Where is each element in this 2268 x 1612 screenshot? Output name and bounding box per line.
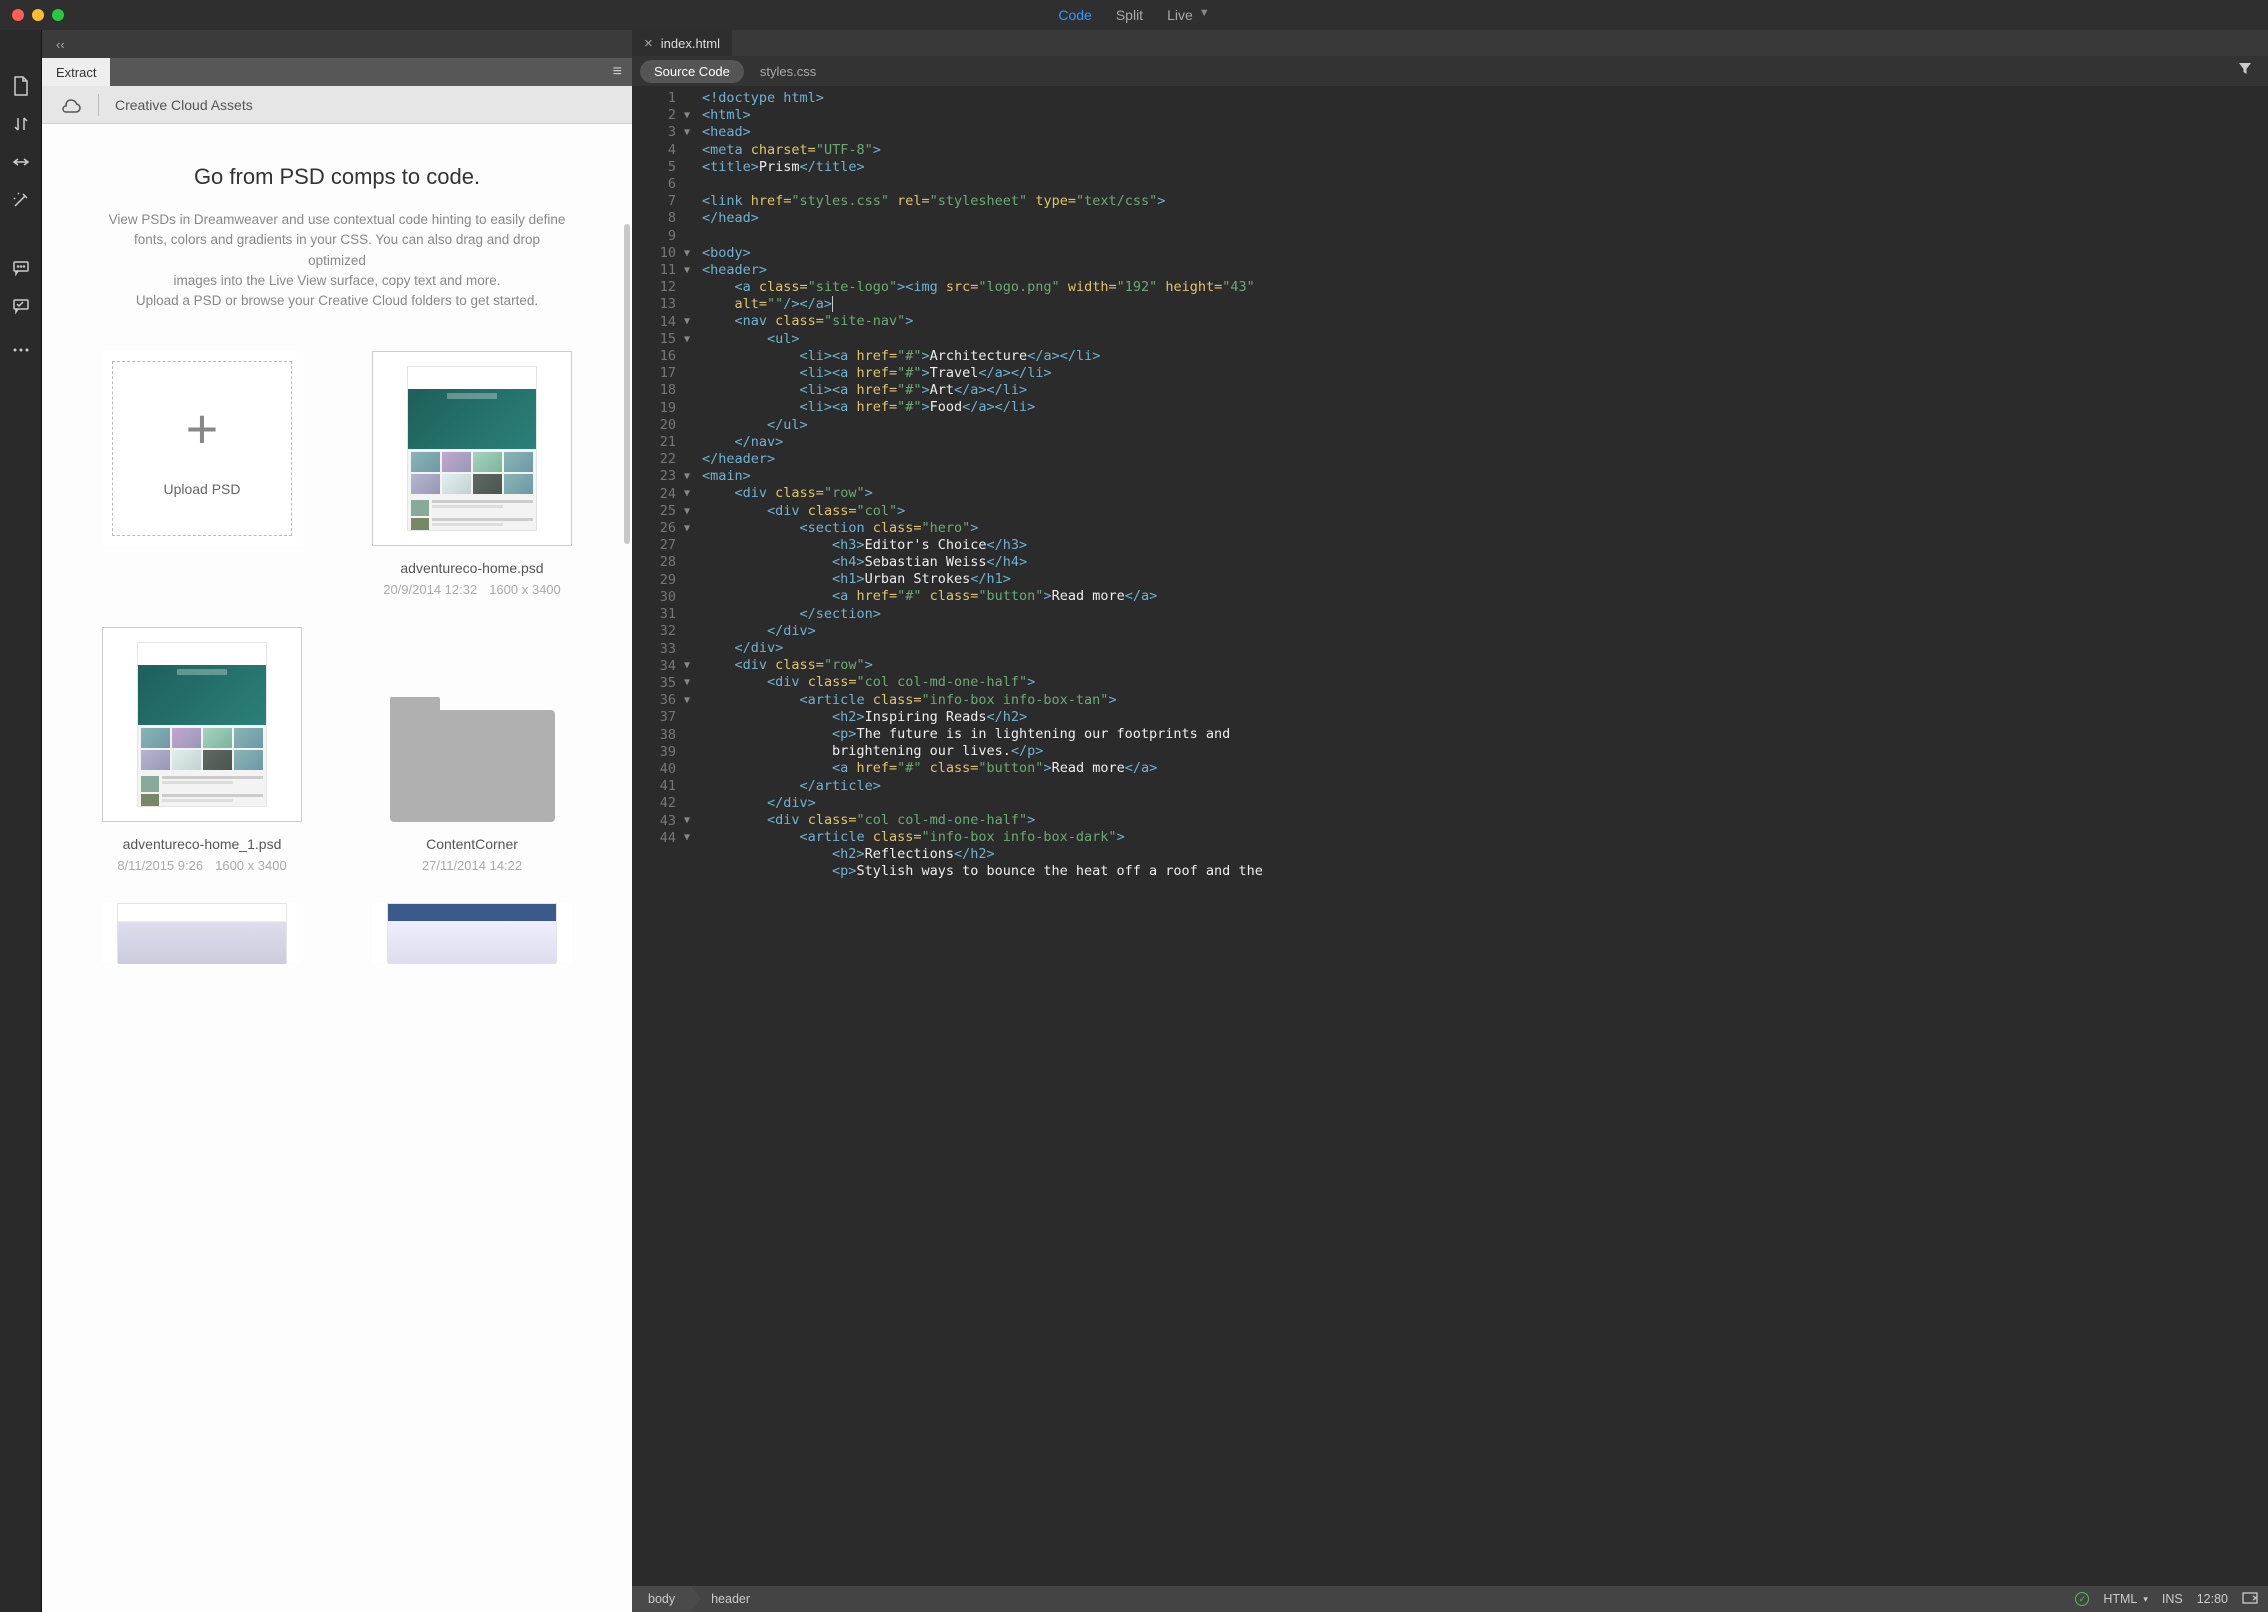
cursor-position: 12:80 <box>2197 1592 2228 1606</box>
window-minimize-button[interactable] <box>32 9 44 21</box>
code-editor: × index.html Source Code styles.css 1234… <box>632 30 2268 1612</box>
status-ok-icon[interactable]: ✓ <box>2075 1592 2089 1606</box>
creative-cloud-icon <box>60 94 82 116</box>
plus-icon: + <box>186 401 219 457</box>
checklist-icon[interactable] <box>11 296 31 316</box>
window-zoom-button[interactable] <box>52 9 64 21</box>
psd-date: 8/11/2015 9:26 <box>117 858 203 873</box>
snap-icon[interactable] <box>11 152 31 172</box>
folder-card[interactable]: ContentCorner 27/11/2014 14:22 <box>357 627 587 873</box>
extract-heading: Go from PSD comps to code. <box>72 164 602 190</box>
source-tab-styles[interactable]: styles.css <box>746 60 830 83</box>
cc-assets-label: Creative Cloud Assets <box>115 97 253 113</box>
view-mode-split[interactable]: Split <box>1116 7 1143 23</box>
comment-icon[interactable] <box>11 258 31 278</box>
breadcrumb-body[interactable]: body <box>632 1586 691 1612</box>
panel-tab-extract[interactable]: Extract <box>42 58 110 86</box>
psd-card[interactable]: adventureco-home.psd 20/9/2014 12:32 1600… <box>357 351 587 597</box>
window-titlebar: Code Split Live ▼ <box>0 0 2268 30</box>
file-icon[interactable] <box>11 76 31 96</box>
status-bar: body header ✓ HTML▾ INS 12:80 <box>632 1586 2268 1612</box>
upload-label: Upload PSD <box>163 481 240 497</box>
psd-dims: 1600 x 3400 <box>489 582 561 597</box>
psd-name: adventureco-home_1.psd <box>123 836 282 852</box>
close-tab-icon[interactable]: × <box>644 36 653 51</box>
code-area[interactable]: 1234567891011121314151617181920212223242… <box>632 86 2268 1586</box>
swap-icon[interactable] <box>11 114 31 134</box>
tool-rail <box>0 30 42 1612</box>
psd-date: 20/9/2014 12:32 <box>383 582 477 597</box>
psd-card[interactable] <box>87 903 317 963</box>
window-close-button[interactable] <box>12 9 24 21</box>
view-mode-live[interactable]: Live <box>1167 7 1193 23</box>
wand-icon[interactable] <box>11 190 31 210</box>
view-mode-dropdown-icon[interactable]: ▼ <box>1199 7 1210 23</box>
extract-description: View PSDs in Dreamweaver and use context… <box>107 210 567 311</box>
language-selector[interactable]: HTML▾ <box>2103 1592 2148 1606</box>
psd-dims: 1600 x 3400 <box>215 858 287 873</box>
file-tab-index[interactable]: × index.html <box>632 30 732 56</box>
psd-card[interactable] <box>357 903 587 963</box>
insert-mode-indicator[interactable]: INS <box>2162 1592 2183 1606</box>
folder-name: ContentCorner <box>426 836 518 852</box>
psd-card[interactable]: adventureco-home_1.psd 8/11/2015 9:26 160… <box>87 627 317 873</box>
filter-icon[interactable] <box>2230 62 2260 81</box>
breadcrumb-header[interactable]: header <box>691 1586 766 1612</box>
more-icon[interactable] <box>11 340 31 360</box>
extract-panel: ‹‹ Extract ≡ Creative Cloud Assets Go fr… <box>42 30 632 1612</box>
file-tab-label: index.html <box>661 36 720 51</box>
panel-menu-icon[interactable]: ≡ <box>603 58 632 86</box>
psd-name: adventureco-home.psd <box>400 560 543 576</box>
source-tab-source-code[interactable]: Source Code <box>640 60 744 83</box>
upload-psd-card[interactable]: + Upload PSD <box>87 351 317 597</box>
panel-collapse-handle[interactable]: ‹‹ <box>42 30 632 58</box>
overflow-icon[interactable] <box>2242 1591 2258 1608</box>
cc-assets-bar: Creative Cloud Assets <box>42 86 632 124</box>
folder-date: 27/11/2014 14:22 <box>422 858 522 873</box>
scrollbar-thumb[interactable] <box>624 224 630 544</box>
folder-icon <box>390 697 555 822</box>
view-mode-code[interactable]: Code <box>1058 7 1091 23</box>
